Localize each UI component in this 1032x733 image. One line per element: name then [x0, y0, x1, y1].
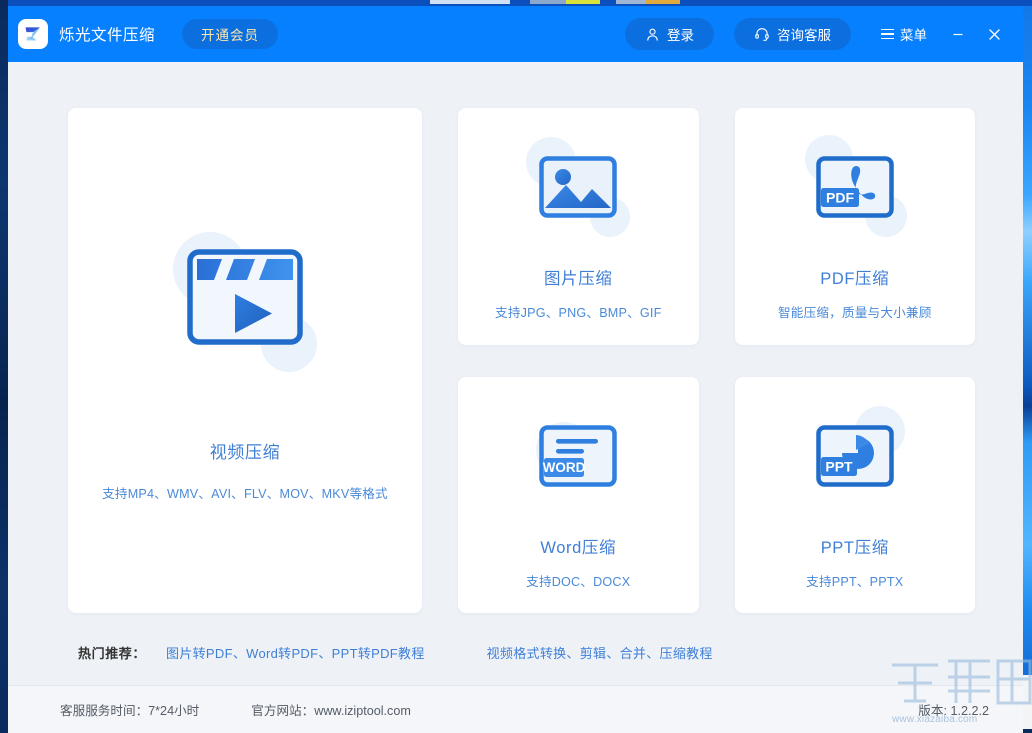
headset-icon — [754, 26, 770, 42]
customer-service-label: 咨询客服 — [777, 24, 831, 44]
pdf-icon-wrap: PDF — [799, 131, 911, 243]
footer-service-time: 客服服务时间：7*24小时 — [60, 700, 199, 719]
title-bar: 烁光文件压缩 开通会员 登录 咨询客服 — [8, 6, 1023, 62]
card-subtitle: 智能压缩，质量与大小兼顾 — [778, 302, 932, 321]
card-title: PPT压缩 — [821, 534, 889, 558]
word-file-icon: WORD — [539, 425, 617, 487]
pdf-file-icon: PDF — [816, 156, 894, 218]
card-title: Word压缩 — [540, 534, 616, 558]
feature-card-row-bottom: WORD Word压缩 支持DOC、DOCX — [458, 377, 975, 614]
minimize-button[interactable] — [943, 19, 973, 49]
word-badge-text: WORD — [543, 460, 586, 475]
vip-upgrade-button[interactable]: 开通会员 — [182, 19, 278, 49]
customer-service-button[interactable]: 咨询客服 — [734, 18, 851, 50]
image-icon-wrap — [522, 131, 634, 243]
main-content: 视频压缩 支持MP4、WMV、AVI、FLV、MOV、MKV等格式 — [8, 62, 1023, 733]
minimize-icon — [951, 27, 965, 41]
footer-version: 版本: 1.2.2.2 — [918, 700, 989, 719]
background-window-right-edge — [1023, 6, 1032, 733]
ppt-badge-text: PPT — [825, 458, 853, 474]
hot-recommend-label: 热门推荐： — [78, 643, 146, 662]
close-icon — [987, 27, 1002, 42]
card-image-compress[interactable]: 图片压缩 支持JPG、PNG、BMP、GIF — [458, 108, 699, 345]
card-video-compress[interactable]: 视频压缩 支持MP4、WMV、AVI、FLV、MOV、MKV等格式 — [68, 108, 422, 613]
menu-button[interactable]: 菜单 — [881, 24, 927, 44]
app-title: 烁光文件压缩 — [59, 23, 155, 45]
background-window-right-bottom — [1023, 675, 1032, 733]
close-button[interactable] — [979, 19, 1009, 49]
feature-card-grid: 视频压缩 支持MP4、WMV、AVI、FLV、MOV、MKV等格式 — [68, 108, 975, 613]
card-subtitle: 支持DOC、DOCX — [526, 571, 630, 590]
hot-link-pdf-tutorials[interactable]: 图片转PDF、Word转PDF、PPT转PDF教程 — [166, 643, 425, 662]
app-logo-icon — [18, 19, 48, 49]
card-word-compress[interactable]: WORD Word压缩 支持DOC、DOCX — [458, 377, 699, 614]
card-title: 图片压缩 — [544, 265, 612, 289]
footer-bar: 客服服务时间：7*24小时 官方网站：www.iziptool.com 版本: … — [8, 685, 1023, 733]
footer-website: 官方网站：www.iziptool.com — [251, 700, 411, 719]
video-film-play-icon — [187, 247, 303, 353]
login-button[interactable]: 登录 — [625, 18, 714, 50]
card-subtitle: 支持PPT、PPTX — [806, 571, 903, 590]
ppt-icon-wrap: PPT — [799, 400, 911, 512]
card-subtitle: 支持MP4、WMV、AVI、FLV、MOV、MKV等格式 — [102, 483, 388, 502]
app-window: 烁光文件压缩 开通会员 登录 咨询客服 — [8, 6, 1023, 733]
card-pdf-compress[interactable]: PDF PDF压缩 智能压缩，质量与大小兼顾 — [735, 108, 976, 345]
login-label: 登录 — [667, 24, 694, 44]
feature-card-columns: 图片压缩 支持JPG、PNG、BMP、GIF PDF — [458, 108, 975, 613]
hot-recommend-row: 热门推荐： 图片转PDF、Word转PDF、PPT转PDF教程 视频格式转换、剪… — [68, 643, 975, 662]
card-title: 视频压缩 — [210, 438, 280, 463]
background-window-tabs — [430, 0, 750, 4]
pdf-badge-text: PDF — [826, 190, 854, 206]
image-picture-icon — [539, 156, 617, 218]
menu-label: 菜单 — [900, 24, 927, 44]
hamburger-icon — [881, 29, 894, 40]
card-title: PDF压缩 — [820, 265, 889, 289]
video-icon-wrap — [165, 220, 325, 380]
word-icon-wrap: WORD — [522, 400, 634, 512]
hot-link-video-tutorials[interactable]: 视频格式转换、剪辑、合并、压缩教程 — [487, 643, 713, 662]
card-ppt-compress[interactable]: PPT PPT压缩 支持PPT、PPTX — [735, 377, 976, 614]
background-window-left-edge — [0, 0, 8, 733]
feature-card-row-top: 图片压缩 支持JPG、PNG、BMP、GIF PDF — [458, 108, 975, 345]
user-icon — [645, 27, 660, 42]
card-subtitle: 支持JPG、PNG、BMP、GIF — [495, 302, 661, 321]
ppt-file-icon: PPT — [816, 425, 894, 487]
